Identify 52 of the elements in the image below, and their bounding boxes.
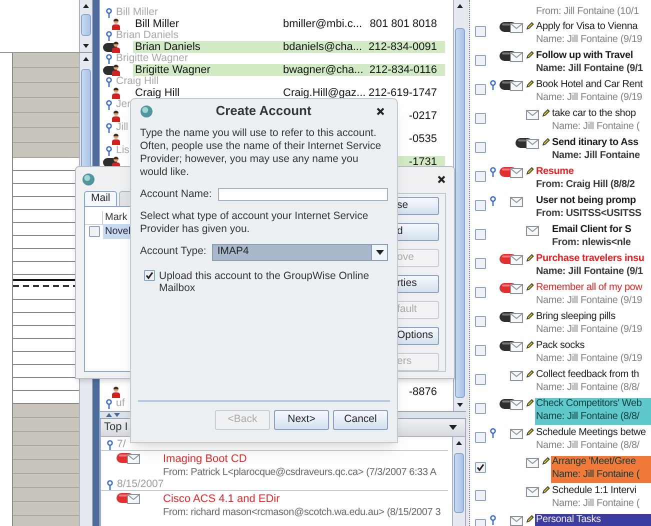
task-detail: Name: Jill Fontaine (: [552, 497, 640, 510]
contact-email: bdaniels@cha...: [283, 40, 364, 55]
task-detail: From: USITSS<USITSS: [536, 207, 642, 220]
task-detail: From: Craig Hill (8/8/2: [536, 178, 636, 191]
task-detail: Name: Jill Fontaine (: [552, 468, 640, 481]
checkbox-label: Upload this account to the GroupWise Online Mailbox: [159, 270, 370, 294]
group-label: Craig Hill: [116, 76, 159, 87]
group-label: Bill Miller: [116, 7, 158, 18]
task-detail: Name: Jill Fontaine (9/19: [536, 323, 644, 336]
task-detail: From: nlewis<nle: [552, 236, 632, 249]
task-detail: Name: Jill Fontaine (8/8/: [536, 410, 640, 423]
contact-name: Brigitte Wagner: [135, 64, 212, 76]
dialog-title: Create Account: [216, 102, 312, 120]
group-label: uf: [116, 398, 125, 409]
field-label: Account Name:: [140, 187, 212, 202]
task-detail: Name: Jill Fontaine (9/19: [536, 294, 644, 307]
group-label: Brian Daniels: [116, 30, 178, 41]
group-label: Brigitte Wagner: [116, 53, 188, 64]
pane-title: Top I: [104, 420, 128, 436]
task-detail: Name: Jill Fontaine (9/1: [536, 62, 644, 75]
contact-phone: 212-619-1747: [368, 86, 437, 101]
task-detail: Name: Jill Fontaine (: [552, 120, 640, 133]
contact-email: Craig.Hill@gaz...: [283, 86, 365, 101]
date-label: 8/15/2007: [117, 479, 164, 490]
message-sender: From: richard mason<rcmason@scotch.wa.edu.au> (8/15/2007 3: [163, 506, 441, 519]
contact-phone: 801 801 8018: [370, 16, 437, 32]
contact-phone: -1731: [408, 154, 437, 170]
dropdown-value: IMAP4: [217, 244, 249, 260]
task-detail: Name: Jill Fontaine (9/19: [536, 352, 644, 365]
group-label: Lis: [116, 145, 130, 156]
group-label: Jill: [116, 122, 128, 133]
contact-email: bmiller@mbi.c...: [283, 16, 364, 32]
message-sender: From: Patrick L<plarocque@csdraveurs.qc.ca> (7/3/2007 6:33 A: [163, 466, 436, 479]
group-label: Jer: [116, 99, 131, 110]
contact-email: bwagner@cha...: [283, 62, 364, 78]
task-detail: Name: Jill Fontaine (9/19: [536, 91, 644, 104]
instruction-text: Type the name you will use to refer to this account. Often, people use the name of their Internet Service Provider; however, you may use any name you would like.: [140, 127, 382, 179]
task-detail: Name: Jill Fontaine: [552, 149, 641, 162]
contact-name: Bill Miller: [134, 16, 180, 30]
task-detail: Name: Jill Fontaine (9/19: [536, 33, 644, 46]
contact-phone: 212-834-0091: [368, 40, 437, 55]
date-label: 7/: [117, 439, 126, 450]
contact-name: Brian Daniels: [134, 40, 202, 53]
task-detail: Name: Jill Fontaine (8/8/: [536, 381, 640, 394]
contact-phone: -8876: [408, 384, 437, 400]
contact-name: Craig Hill: [134, 86, 181, 101]
contact-phone: 212-834-0116: [369, 62, 437, 78]
instruction-text: Select what type of account your Internet Service Provider has given you.: [140, 210, 370, 236]
task-detail: Name: Jill Fontaine (8/8/: [536, 439, 640, 452]
field-label: Account Type:: [140, 244, 206, 260]
task-detail: From: Jill Fontaine (10/1: [536, 5, 640, 18]
task-detail: Name: Jill Fontaine (9/1: [536, 265, 644, 278]
